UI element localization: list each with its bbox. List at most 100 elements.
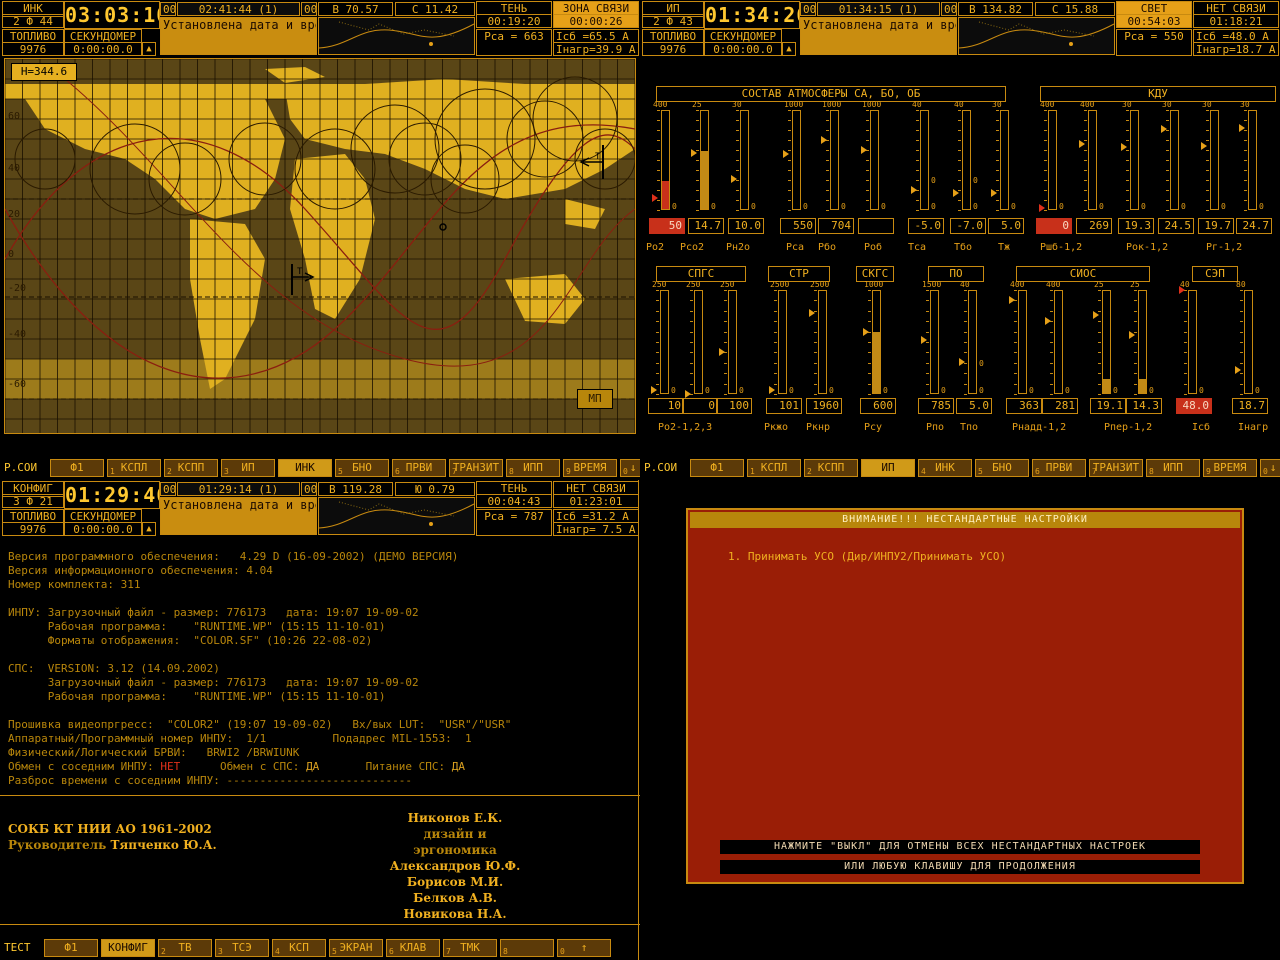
gauge-tick — [926, 290, 929, 291]
gauge-zero: 0 — [1199, 386, 1204, 395]
comm-label: НЕТ СВЯЗИ — [553, 481, 639, 495]
fkey-ип[interactable]: ИП — [861, 459, 915, 477]
gauge-tick — [736, 160, 739, 161]
gauge-tick — [958, 180, 961, 181]
fkey-кспл[interactable]: 1 КСПЛ — [107, 459, 161, 477]
fkey-ф1[interactable]: Ф1 — [690, 459, 744, 477]
fkey-тмк[interactable]: 7 ТМК — [443, 939, 497, 957]
fkey-number: 8 — [503, 947, 508, 956]
gauge-tick — [736, 120, 739, 121]
gauge-tick — [724, 384, 727, 385]
gauge-tick — [1206, 140, 1209, 141]
fkey-тв[interactable]: 2 ТВ — [158, 939, 212, 957]
gauge-bar — [872, 290, 881, 394]
altitude-readout: Н=344.6 — [11, 63, 77, 81]
fkey-први[interactable]: 6 ПРВИ — [1032, 459, 1086, 477]
gauge-pointer-icon — [861, 146, 867, 154]
config-line: Загрузочный файл - размер: 776173 дата: … — [8, 676, 419, 689]
cancel-hint[interactable]: НАЖМИТЕ "ВЫКЛ" ДЛЯ ОТМЕНЫ ВСЕХ НЕСТАНДАР… — [720, 840, 1200, 854]
mp-button[interactable]: МП — [577, 389, 613, 409]
gauge-label: Ршб-1,2 — [1040, 242, 1083, 253]
gauge-max: 30 — [1122, 100, 1132, 109]
stopwatch-value: 0:00:00.0 — [64, 42, 142, 56]
gauge-tick — [866, 140, 869, 141]
sub-clock: 02:41:44 (1) — [177, 2, 300, 16]
config-line: Форматы отображения: "COLOR.SF" (10:26 2… — [8, 634, 373, 647]
status-header: КОНФИГ 3 Ф 21 01:29:46 00 01:29:14 (1) 00 Уста… — [0, 480, 640, 536]
fkey-↓[interactable]: 0 ↓ — [620, 459, 640, 477]
gauge-tick — [1044, 180, 1047, 181]
fkey-экран[interactable]: 5 ЭКРАН — [329, 939, 383, 957]
fkey-клав[interactable]: 6 КЛАВ — [386, 939, 440, 957]
gauge-tick — [1050, 311, 1053, 312]
fkey-ф1[interactable]: Ф1 — [44, 939, 98, 957]
gauge-bar — [1138, 290, 1147, 394]
gauge-tick — [1014, 352, 1017, 353]
fkey-бно[interactable]: 5 БНО — [975, 459, 1029, 477]
gauge-max: 25 — [692, 100, 702, 109]
fkey-label: Ф1 — [64, 941, 78, 954]
gauge-label: Тса — [908, 242, 927, 253]
fkey-number: 9 — [566, 467, 571, 476]
stopwatch-arrow-icon[interactable]: ▲ — [782, 42, 796, 56]
fkey-number: 4 — [275, 947, 280, 956]
gauge-tick — [788, 170, 791, 171]
stopwatch-arrow-icon[interactable]: ▲ — [142, 42, 156, 56]
gauge-label: Рн2о — [726, 242, 751, 253]
fkey-ксп[interactable]: 4 КСП — [272, 939, 326, 957]
gauge-tick — [788, 160, 791, 161]
gauge-tick — [1126, 160, 1129, 161]
fkey-ипп[interactable]: 8 ИПП — [1146, 459, 1200, 477]
fkey-кспп[interactable]: 2 КСПП — [804, 459, 858, 477]
fkey-ипп[interactable]: 8 ИПП — [506, 459, 560, 477]
gauge-label: Рбо — [818, 242, 837, 253]
fkey-↑[interactable]: 0 ↑ — [557, 939, 611, 957]
fkey-транзит[interactable]: 7 ТРАНЗИТ — [449, 459, 503, 477]
gauge-pointer-icon — [1039, 204, 1045, 212]
fkey-number: 6 — [389, 947, 394, 956]
gauge-max: 400 — [1010, 280, 1025, 289]
fkey-label: Ф1 — [70, 461, 84, 474]
fkey-кспл[interactable]: 1 КСПЛ — [747, 459, 801, 477]
fkey-blank[interactable]: 8 — [500, 939, 554, 957]
gauge-tick — [690, 300, 693, 301]
gauge-tick — [1084, 180, 1087, 181]
gauge-tick — [1134, 352, 1137, 353]
fkey-инк[interactable]: ИНК — [278, 459, 332, 477]
dialog-item[interactable]: 1. Принимать УСО (Дир/ИНПУ2/Принимать УС… — [728, 550, 1006, 563]
fkey-время[interactable]: 9 ВРЕМЯ — [1203, 459, 1257, 477]
warning-dialog[interactable]: ВНИМАНИЕ!!! НЕСТАНДАРТНЫЕ НАСТРОЙКИ 1. П… — [686, 508, 1244, 884]
fkey-тсэ[interactable]: 3 ТСЭ — [215, 939, 269, 957]
fkey-кспп[interactable]: 2 КСПП — [164, 459, 218, 477]
gauge-tick — [1134, 300, 1137, 301]
fkey-инк[interactable]: 4 ИНК — [918, 459, 972, 477]
fkey-время[interactable]: 9 ВРЕМЯ — [563, 459, 617, 477]
fkey-конфиг[interactable]: КОНФИГ — [101, 939, 155, 957]
fkey-label: КСПЛ — [760, 461, 788, 474]
gauge-tick — [826, 180, 829, 181]
continue-hint[interactable]: ИЛИ ЛЮБУЮ КЛАВИШУ ДЛЯ ПРОДОЛЖЕНИЯ — [720, 860, 1200, 874]
gauge-value: 10 — [648, 398, 684, 414]
gauge-tick — [1166, 170, 1169, 171]
fkey-ф1[interactable]: Ф1 — [50, 459, 104, 477]
gauge-tick — [1240, 300, 1243, 301]
gauge-value: 600 — [860, 398, 896, 414]
gauge-tick — [958, 160, 961, 161]
config-line — [8, 592, 628, 606]
fkey-label: ИНК — [295, 461, 315, 474]
fkey-↓[interactable]: 0 ↓ — [1260, 459, 1280, 477]
fkey-бно[interactable]: 5 БНО — [335, 459, 389, 477]
fkey-транзит[interactable]: 7 ТРАНЗИТ — [1089, 459, 1143, 477]
fkey-први[interactable]: 6 ПРВИ — [392, 459, 446, 477]
world-map: Т Т 60 40 20 0 -20 -40 -60 — [4, 58, 636, 433]
gauge-tick — [696, 210, 699, 211]
credit-line: Александров Ю.Ф. — [389, 859, 521, 873]
gauge-tick — [1014, 290, 1017, 291]
gauge-value: 363 — [1006, 398, 1042, 414]
gauge-tick — [1098, 394, 1101, 395]
gauge-bar — [778, 290, 787, 394]
ground-track-map[interactable]: Т Т 60 40 20 0 -20 -40 -60 Н=344.6 МП — [4, 58, 636, 434]
mode-sub: 2 Ф 43 — [642, 14, 704, 28]
stopwatch-arrow-icon[interactable]: ▲ — [142, 522, 156, 536]
fkey-ип[interactable]: 3 ИП — [221, 459, 275, 477]
